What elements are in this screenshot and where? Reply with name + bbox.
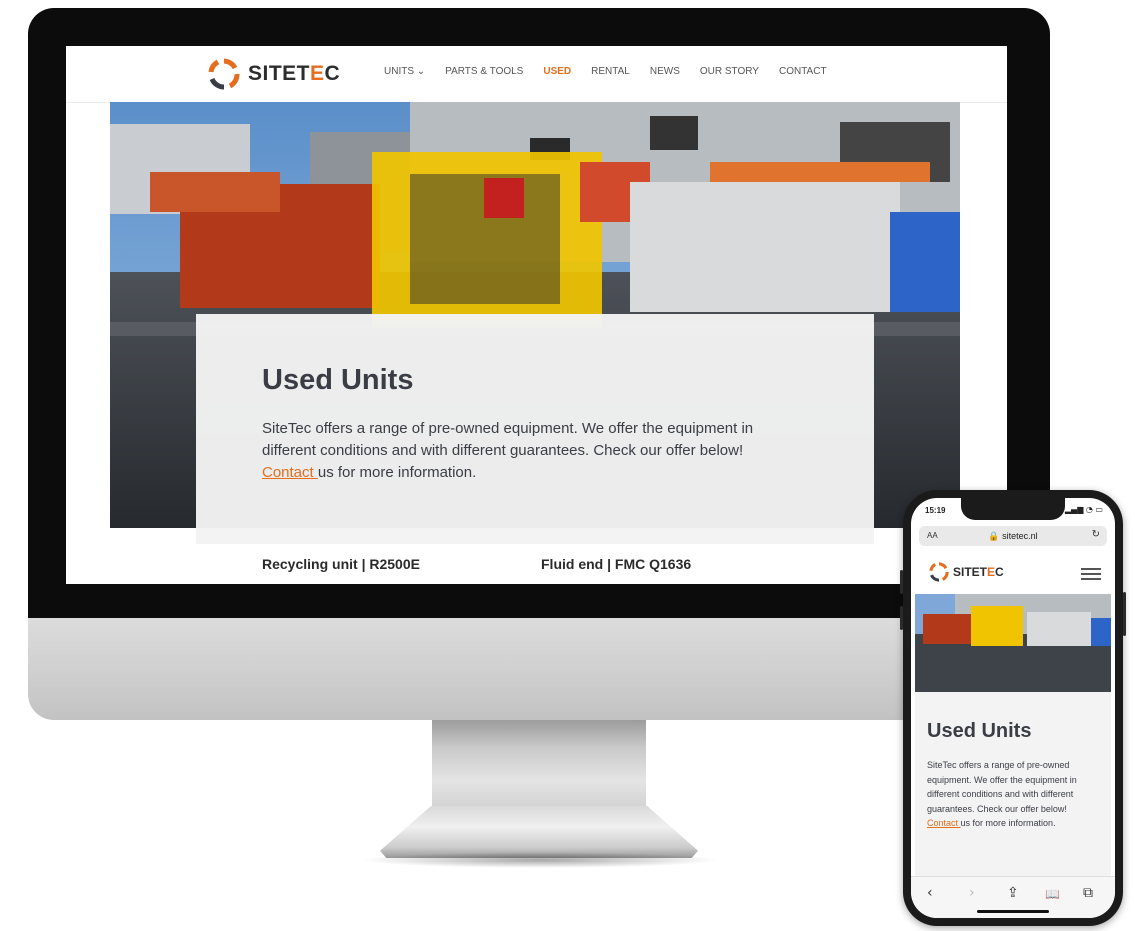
mobile-hero-card: Used Units SiteTec offers a range of pre… bbox=[915, 692, 1111, 876]
mobile-hero-description: SiteTec offers a range of pre-owned equi… bbox=[927, 758, 1099, 831]
status-icons: ▂▄▆ ◔ ▭ bbox=[1064, 505, 1103, 514]
mobile-hero-image bbox=[915, 594, 1111, 692]
product-title-fluid-end[interactable]: Fluid end | FMC Q1636 bbox=[541, 556, 691, 572]
nav-contact[interactable]: CONTACT bbox=[779, 66, 827, 77]
product-title-recycling[interactable]: Recycling unit | R2500E bbox=[262, 556, 420, 572]
hamburger-menu-icon[interactable] bbox=[1081, 568, 1101, 580]
hero-description-tail: us for more information. bbox=[317, 464, 477, 481]
logo-wordmark: SITETEC bbox=[953, 565, 1004, 579]
url-text: 🔒 sitetec.nl bbox=[988, 531, 1038, 541]
sitetec-logo[interactable]: SITETEC bbox=[208, 58, 340, 90]
share-icon[interactable]: ⇪ bbox=[1007, 885, 1019, 901]
nav-news[interactable]: NEWS bbox=[650, 66, 680, 77]
address-bar[interactable]: AA 🔒 sitetec.nl ↻ bbox=[919, 526, 1107, 546]
stand-shadow bbox=[360, 852, 720, 868]
imac-chin bbox=[28, 618, 1050, 720]
mobile-hero-picture bbox=[915, 594, 1111, 692]
phone-volume-button bbox=[900, 570, 903, 594]
mobile-hero-tail: us for more information. bbox=[960, 818, 1056, 828]
tabs-icon[interactable]: ⧉ bbox=[1083, 885, 1093, 901]
sitetec-logo-icon bbox=[929, 562, 949, 582]
home-indicator bbox=[977, 910, 1049, 913]
page-title: Used Units bbox=[262, 364, 414, 396]
phone-power-button bbox=[1123, 592, 1126, 636]
lock-icon: 🔒 bbox=[988, 531, 1000, 541]
mobile-hero-text: SiteTec offers a range of pre-owned equi… bbox=[927, 760, 1077, 814]
forward-icon[interactable]: › bbox=[969, 885, 975, 901]
mobile-sitetec-logo[interactable]: SITETEC bbox=[929, 562, 1004, 582]
status-time: 15:19 bbox=[925, 506, 946, 515]
contact-link[interactable]: Contact bbox=[262, 464, 318, 481]
mobile-site-header: SITETEC bbox=[911, 552, 1115, 594]
logo-wordmark: SITETEC bbox=[248, 62, 341, 85]
phone-volume-button bbox=[900, 606, 903, 630]
nav-our-story[interactable]: OUR STORY bbox=[700, 66, 759, 77]
back-icon[interactable]: ‹ bbox=[927, 885, 933, 901]
hero-description-text: SiteTec offers a range of pre-owned equi… bbox=[262, 420, 754, 459]
reload-icon[interactable]: ↻ bbox=[1092, 529, 1100, 540]
main-nav: UNITS ⌄ PARTS & TOOLS USED RENTAL NEWS O… bbox=[384, 66, 847, 77]
nav-rental[interactable]: RENTAL bbox=[591, 66, 630, 77]
imac-stand-base bbox=[380, 806, 698, 858]
sitetec-logo-icon bbox=[208, 58, 240, 90]
hero-description: SiteTec offers a range of pre-owned equi… bbox=[262, 418, 792, 484]
nav-units[interactable]: UNITS ⌄ bbox=[384, 66, 425, 77]
bookmarks-icon[interactable]: 📖 bbox=[1045, 887, 1060, 901]
nav-parts-tools[interactable]: PARTS & TOOLS bbox=[445, 66, 523, 77]
mobile-contact-link[interactable]: Contact bbox=[927, 818, 961, 828]
nav-used[interactable]: USED bbox=[543, 66, 571, 77]
site-header: SITETEC UNITS ⌄ PARTS & TOOLS USED RENTA… bbox=[66, 46, 1007, 103]
phone-notch bbox=[961, 498, 1065, 520]
mobile-page-title: Used Units bbox=[927, 720, 1032, 742]
phone-screen: 15:19 ▂▄▆ ◔ ▭ AA 🔒 sitetec.nl ↻ SITETEC bbox=[911, 498, 1115, 918]
desktop-screen: SITETEC UNITS ⌄ PARTS & TOOLS USED RENTA… bbox=[66, 46, 1007, 584]
